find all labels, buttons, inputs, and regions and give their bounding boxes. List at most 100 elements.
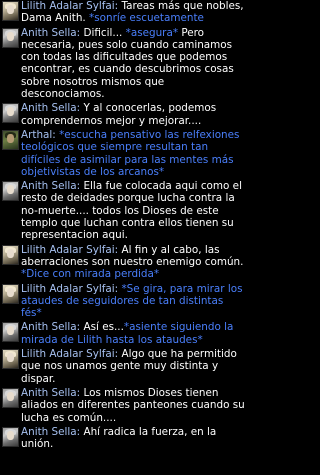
speech-text: Ahí radica la fuerza, en la <box>83 425 217 438</box>
chat-message: Anith Sella: Ahí radica la fuerza, en la… <box>0 426 282 451</box>
chat-message: Lilith Adalar Sylfai: Al fin y al cabo, … <box>0 244 282 281</box>
portrait-anith[interactable] <box>2 387 19 408</box>
portrait-anith[interactable] <box>2 322 19 343</box>
speaker-name: Anith Sella: <box>21 425 84 438</box>
chat-message: Lilith Adalar Sylfai: Algo que ha permit… <box>0 348 282 385</box>
portrait-anith[interactable] <box>2 426 19 447</box>
message-line: Anith Sella: Los mismos Dioses tienen <box>21 387 279 399</box>
speaker-name: Lilith Adalar Sylfai: <box>21 282 122 295</box>
message-line: templo que luchan contra ellos tienen su <box>21 217 279 229</box>
speech-text: Y al conocerlas, podemos <box>83 102 217 115</box>
emote-text: *Dice con mirada perdida* <box>21 268 160 281</box>
message-lines: Lilith Adalar Sylfai: *Se gira, para mir… <box>21 283 279 320</box>
chat-message: Arthal: *escucha pensativo las relfexion… <box>0 129 282 178</box>
speaker-name: Arthal: <box>21 128 60 141</box>
speaker-name: Anith Sella: <box>21 180 84 193</box>
message-line: unión. <box>21 438 279 450</box>
portrait-arthal[interactable] <box>2 129 19 150</box>
message-line: que nos unamos gente muy distinta y <box>21 360 279 372</box>
portrait-lilith[interactable] <box>2 244 19 265</box>
speaker-name: Lilith Adalar Sylfai: <box>21 243 122 256</box>
message-line: Lilith Adalar Sylfai: Tareas más que nob… <box>21 0 279 12</box>
speech-text: unión. <box>21 438 54 451</box>
emote-text: fés* <box>21 307 42 320</box>
message-line: encontrar, es cuando descubrimos cosas <box>21 63 279 75</box>
portrait-lilith[interactable] <box>2 1 19 21</box>
message-line: difíciles de asimilar para las mentes má… <box>21 154 279 166</box>
message-line: no-muerte.... todos los Dioses de este <box>21 205 279 217</box>
speech-text: aberraciones son nuestro enemigo común. <box>21 255 244 268</box>
portrait-face <box>7 326 14 336</box>
speaker-name: Anith Sella: <box>21 386 84 399</box>
message-line: desconociamos. <box>21 88 279 100</box>
portrait-face <box>7 31 14 41</box>
message-lines: Anith Sella: Ella fue colocada aqui como… <box>21 180 279 241</box>
speech-text: Pero <box>178 26 205 39</box>
portrait-face <box>7 430 14 440</box>
speech-text: Los mismos Dioses tienen <box>83 386 219 399</box>
portrait-anith[interactable] <box>2 27 19 48</box>
message-lines: Lilith Adalar Sylfai: Al fin y al cabo, … <box>21 244 279 281</box>
portrait-lilith[interactable] <box>2 349 19 370</box>
speaker-name: Lilith Adalar Sylfai: <box>21 0 122 12</box>
message-line: Anith Sella: Y al conocerlas, podemos <box>21 102 279 114</box>
speech-text: no-muerte.... todos los Dioses de este <box>21 204 219 217</box>
message-line: Dama Anith. *sonríe escuetamente <box>21 12 279 24</box>
speech-text: sobre nosotros mismos que <box>21 75 165 88</box>
emote-text: objetivistas de los arcanos* <box>21 165 165 178</box>
speaker-name: Anith Sella: <box>21 321 84 334</box>
speaker-name: Lilith Adalar Sylfai: <box>21 348 122 361</box>
emote-text: *sonríe escuetamente <box>89 12 204 25</box>
message-lines: Anith Sella: Ahí radica la fuerza, en la… <box>21 426 279 451</box>
message-line: representacion aqui. <box>21 229 279 241</box>
portrait-face <box>7 185 14 195</box>
portrait-lilith[interactable] <box>2 283 19 304</box>
message-line: Arthal: *escucha pensativo las relfexion… <box>21 129 279 141</box>
emote-text: *asiente siguiendo la <box>123 321 234 334</box>
speech-text: Dama Anith. <box>21 12 90 25</box>
portrait-face <box>7 391 14 401</box>
portrait-face <box>7 287 14 297</box>
speech-text: comprendernos mejor y mejorar.... <box>21 114 202 127</box>
message-lines: Lilith Adalar Sylfai: Tareas más que nob… <box>21 0 279 25</box>
speech-text: que nos unamos gente muy distinta y <box>21 360 219 373</box>
message-line: *Dice con mirada perdida* <box>21 268 279 280</box>
message-line: aliados en diferentes panteones cuando s… <box>21 399 279 411</box>
portrait-face <box>7 248 14 258</box>
message-line: aberraciones son nuestro enemigo común. <box>21 256 279 268</box>
chat-message: Lilith Adalar Sylfai: Tareas más que nob… <box>0 0 282 25</box>
emote-text: difíciles de asimilar para las mentes má… <box>21 153 234 166</box>
speech-text: dispar. <box>21 372 56 385</box>
message-line: objetivistas de los arcanos* <box>21 166 279 178</box>
chat-message: Anith Sella: Ella fue colocada aqui como… <box>0 180 282 241</box>
chat-message: Anith Sella: Los mismos Dioses tienen ali… <box>0 387 282 424</box>
message-line: Lilith Adalar Sylfai: *Se gira, para mir… <box>21 283 279 295</box>
chat-message: Anith Sella: Dificil... *asegura* Pero ne… <box>0 27 282 101</box>
message-line: lucha es común.... <box>21 412 279 424</box>
message-line: Lilith Adalar Sylfai: Al fin y al cabo, … <box>21 244 279 256</box>
portrait-anith[interactable] <box>2 103 19 124</box>
speech-text: Dificil... <box>83 26 126 39</box>
speech-text: con todas las dificultades que podemos <box>21 51 228 64</box>
message-line: Anith Sella: Dificil... *asegura* Pero <box>21 27 279 39</box>
speech-text: necesaria, pues solo cuando caminamos <box>21 38 233 51</box>
speech-text: lucha es común.... <box>21 411 117 424</box>
portrait-anith[interactable] <box>2 181 19 202</box>
emote-text: ataudes de seguidores de tan distintas <box>21 294 224 307</box>
message-line: necesaria, pues solo cuando caminamos <box>21 39 279 51</box>
speaker-name: Anith Sella: <box>21 26 84 39</box>
message-line: teológicos que siempre resultan tan <box>21 141 279 153</box>
emote-text: *escucha pensativo las relfexiones <box>59 128 240 141</box>
emote-text: mirada de Lilith hasta los ataudes* <box>21 333 203 346</box>
message-lines: Anith Sella: Y al conocerlas, podemos com… <box>21 102 279 127</box>
speech-text: resto de deidades porque lucha contra la <box>21 192 235 205</box>
portrait-face <box>7 133 14 143</box>
emote-text: *asegura* <box>125 26 179 39</box>
message-line: fés* <box>21 307 279 319</box>
message-lines: Arthal: *escucha pensativo las relfexion… <box>21 129 279 178</box>
chat-message: Anith Sella: Así es...*asiente siguiendo… <box>0 321 282 346</box>
speech-text: desconociamos. <box>21 88 105 101</box>
message-line: sobre nosotros mismos que <box>21 76 279 88</box>
message-lines: Lilith Adalar Sylfai: Algo que ha permit… <box>21 348 279 385</box>
message-lines: Anith Sella: Así es...*asiente siguiendo… <box>21 321 279 346</box>
